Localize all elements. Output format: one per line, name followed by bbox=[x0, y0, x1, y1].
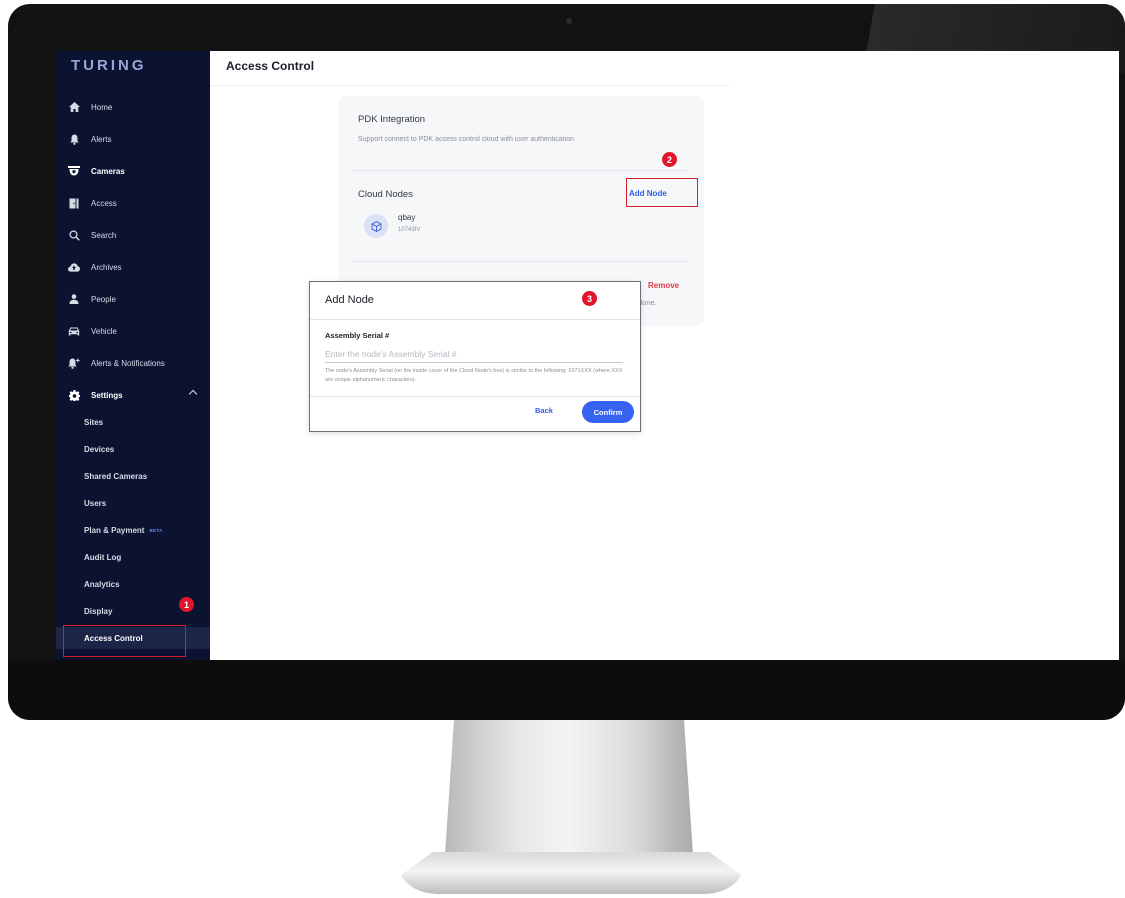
bell-plus-icon bbox=[68, 357, 80, 369]
assembly-serial-helper: The node's Assembly Serial (on the insid… bbox=[325, 368, 623, 383]
settings-sub-devices[interactable]: Devices bbox=[56, 438, 210, 460]
settings-sub-label: Plan & Payment bbox=[84, 525, 145, 535]
person-icon bbox=[68, 293, 80, 305]
search-icon bbox=[68, 229, 80, 241]
monitor-chin bbox=[8, 660, 1125, 720]
settings-sub-users[interactable]: Users bbox=[56, 492, 210, 514]
assembly-serial-label: Assembly Serial # bbox=[325, 331, 390, 340]
monitor-stand-base bbox=[398, 852, 744, 894]
sidebar-item-settings[interactable]: Settings bbox=[56, 383, 210, 407]
divider bbox=[352, 170, 690, 171]
sidebar-item-label: Alerts & Notifications bbox=[91, 358, 165, 368]
sidebar-item-home[interactable]: Home bbox=[56, 95, 210, 119]
cloud-nodes-title: Cloud Nodes bbox=[358, 189, 413, 200]
settings-sub-plan-payment[interactable]: Plan & Payment BETA bbox=[56, 519, 210, 541]
sidebar-item-archives[interactable]: Archives bbox=[56, 255, 210, 279]
pdk-title: PDK Integration bbox=[358, 114, 426, 125]
sidebar-item-label: Home bbox=[91, 102, 113, 112]
sidebar-item-access[interactable]: Access bbox=[56, 191, 210, 215]
beta-badge: BETA bbox=[149, 527, 163, 533]
sidebar-item-label: Cameras bbox=[91, 166, 125, 176]
door-icon bbox=[68, 197, 80, 209]
sidebar-item-label: Access bbox=[91, 198, 117, 208]
dialog-title: Add Node bbox=[325, 294, 374, 306]
page-title: Access Control bbox=[226, 59, 315, 73]
monitor-stand-neck bbox=[444, 720, 694, 870]
camera-icon bbox=[68, 165, 80, 177]
sidebar-item-search[interactable]: Search bbox=[56, 223, 210, 247]
sidebar: TURING Home Alerts Cameras Access Search… bbox=[56, 51, 210, 660]
sidebar-item-label: Archives bbox=[91, 262, 122, 272]
page-header: Access Control bbox=[210, 51, 730, 86]
settings-sub-analytics[interactable]: Analytics bbox=[56, 573, 210, 595]
settings-sub-label: Sites bbox=[84, 417, 104, 427]
settings-sub-audit-log[interactable]: Audit Log bbox=[56, 546, 210, 568]
back-button[interactable]: Back bbox=[535, 406, 553, 415]
webcam-dot bbox=[566, 18, 572, 24]
assembly-serial-input[interactable] bbox=[325, 346, 623, 363]
node-name[interactable]: qbay bbox=[398, 213, 415, 222]
settings-sub-sites[interactable]: Sites bbox=[56, 411, 210, 433]
settings-sub-label: Analytics bbox=[84, 579, 120, 589]
step-marker-2: 2 bbox=[662, 152, 677, 167]
settings-sub-label: Shared Cameras bbox=[84, 471, 148, 481]
divider bbox=[310, 319, 640, 320]
sidebar-item-alerts-notifications[interactable]: Alerts & Notifications bbox=[56, 351, 210, 375]
settings-sub-shared-cameras[interactable]: Shared Cameras bbox=[56, 465, 210, 487]
divider bbox=[310, 396, 640, 397]
sidebar-item-people[interactable]: People bbox=[56, 287, 210, 311]
settings-sub-label: Audit Log bbox=[84, 552, 122, 562]
settings-sub-label: Display bbox=[84, 606, 113, 616]
screen: TURING Home Alerts Cameras Access Search… bbox=[56, 51, 1119, 660]
confirm-button[interactable]: Confirm bbox=[582, 401, 634, 423]
sidebar-item-label: Search bbox=[91, 230, 117, 240]
step-marker-1: 1 bbox=[179, 597, 194, 612]
sidebar-item-cameras[interactable]: Cameras bbox=[56, 159, 210, 183]
settings-sub-label: Users bbox=[84, 498, 107, 508]
chevron-up-icon[interactable] bbox=[188, 389, 198, 399]
divider bbox=[352, 261, 690, 262]
cloud-upload-icon bbox=[68, 261, 80, 273]
gear-icon bbox=[68, 389, 80, 401]
turing-logo[interactable]: TURING bbox=[71, 57, 147, 74]
sidebar-item-label: Settings bbox=[91, 390, 123, 400]
pdk-subtitle: Support connect to PDK access control cl… bbox=[358, 136, 574, 143]
sidebar-item-alerts[interactable]: Alerts bbox=[56, 127, 210, 151]
sidebar-item-label: People bbox=[91, 294, 116, 304]
sidebar-item-label: Vehicle bbox=[91, 326, 117, 336]
sidebar-item-vehicle[interactable]: Vehicle bbox=[56, 319, 210, 343]
settings-sub-label: Devices bbox=[84, 444, 115, 454]
cube-icon bbox=[364, 214, 388, 238]
home-icon bbox=[68, 101, 80, 113]
highlight-box-access-control bbox=[63, 625, 186, 657]
node-serial: 10743IV bbox=[398, 227, 421, 233]
remove-button[interactable]: Remove bbox=[648, 281, 679, 290]
car-icon bbox=[68, 325, 80, 337]
bell-icon bbox=[68, 133, 80, 145]
highlight-box-add-node bbox=[626, 178, 698, 207]
step-marker-3: 3 bbox=[582, 291, 597, 306]
sidebar-item-label: Alerts bbox=[91, 134, 112, 144]
